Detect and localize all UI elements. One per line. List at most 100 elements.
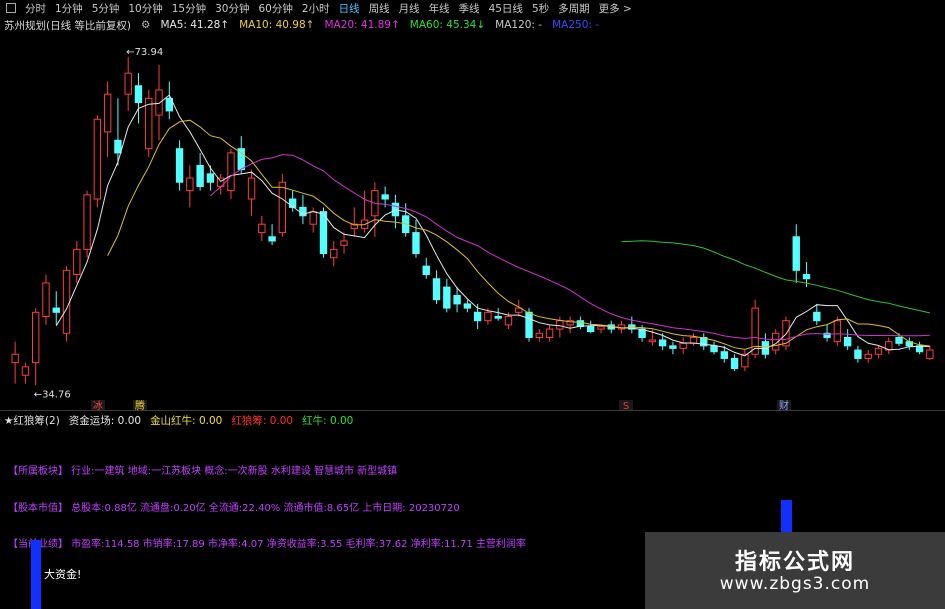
ma-legend-item: MA5: 41.28↑: [160, 19, 230, 31]
candle-body: [227, 152, 235, 192]
event-marker: S: [623, 401, 629, 410]
period-tab[interactable]: 45日线: [489, 1, 523, 16]
candle-body: [83, 194, 91, 250]
period-tab[interactable]: 日线: [339, 1, 360, 16]
candle-body: [545, 328, 554, 338]
kline-chart[interactable]: ←73.94 ←34.76 冰 腾 S 财: [0, 34, 945, 410]
watermark-title: 指标公式网: [734, 550, 855, 575]
watermark-url: www.zbgs3.com: [719, 574, 871, 594]
indicator-value: 金山红牛: 0.00: [150, 415, 223, 427]
period-tab[interactable]: 多周期: [558, 1, 590, 16]
candle-body: [412, 232, 420, 255]
candle-body: [525, 311, 533, 338]
ma-legend-bar: 苏州规划(日线 等比前复权) ⚙ MA5: 41.28↑ MA10: 40.98↑…: [4, 17, 599, 33]
period-tab[interactable]: 分时: [25, 1, 46, 16]
ma-line: [55, 94, 930, 357]
candle-body: [473, 311, 482, 322]
candle-body: [73, 248, 81, 276]
period-tab[interactable]: 周线: [369, 1, 390, 16]
indicator-bar: ★红狼筹(2) 资金运场: 0.00 金山红牛: 0.00 红狼筹: 0.00 红牛:…: [4, 413, 353, 428]
event-marker: 腾: [135, 399, 145, 410]
candle-body: [669, 345, 677, 349]
candle-body: [874, 347, 883, 355]
candle-body: [658, 339, 667, 347]
candle-body: [864, 353, 872, 359]
candle-body: [710, 345, 718, 353]
candle-body: [504, 315, 513, 326]
period-tab[interactable]: 1分钟: [55, 1, 83, 16]
event-marker: 冰: [93, 399, 103, 410]
layout-grid-icon[interactable]: [6, 3, 16, 13]
candle-body: [145, 97, 153, 150]
fund-alert-label: 大资金!: [44, 568, 82, 581]
settings-icon[interactable]: ⚙: [141, 19, 150, 31]
candle-body: [895, 336, 903, 344]
candle-body: [21, 366, 30, 376]
period-tab[interactable]: 月线: [399, 1, 420, 16]
capital-info: 【股本市值】 总股本:0.88亿 流通盘:0.20亿 全流通:22.40% 流通…: [8, 503, 460, 514]
candle-body: [720, 351, 728, 359]
candle-body: [802, 274, 811, 280]
performance-info: 【当前业绩】 市盈率:114.58 市销率:17.89 市净率:4.07 净资收…: [8, 539, 526, 550]
candle-body: [175, 148, 184, 183]
candle-body: [535, 332, 543, 338]
period-tab[interactable]: 季线: [459, 1, 480, 16]
period-tab[interactable]: 5秒: [532, 1, 549, 16]
candle-body: [247, 177, 256, 200]
candle-body: [556, 320, 564, 330]
candle-body: [114, 139, 122, 154]
candle-body: [463, 303, 472, 309]
watermark: 指标公式网 www.zbgs3.com: [645, 532, 945, 609]
low-price-label: ←34.76: [34, 389, 71, 400]
candle-body: [443, 286, 451, 309]
candle-body: [258, 223, 266, 234]
candle-body: [32, 311, 40, 364]
stock-title[interactable]: 苏州规划(日线 等比前复权): [4, 18, 131, 33]
ma-legend-item: MA250: -: [552, 19, 600, 31]
indicator-value: 红狼筹: 0.00: [231, 415, 294, 427]
candle-body: [843, 336, 852, 347]
candle-body: [792, 236, 800, 271]
period-tab[interactable]: 2小时: [302, 1, 330, 16]
candle-body: [103, 93, 112, 133]
candle-body: [319, 211, 328, 255]
candle-body: [62, 269, 71, 334]
candle-body: [330, 248, 338, 259]
period-tab[interactable]: 15分钟: [172, 1, 206, 16]
candle-body: [42, 282, 50, 317]
candle-body: [422, 265, 430, 276]
ma-legend-item: MA20: 41.89↑: [324, 19, 400, 31]
candle-body: [926, 349, 934, 359]
period-tab[interactable]: 更多 >: [599, 1, 632, 16]
period-tab[interactable]: 30分钟: [215, 1, 249, 16]
candle-body: [432, 278, 441, 301]
candle-body: [268, 236, 276, 242]
period-tab[interactable]: 60分钟: [259, 1, 293, 16]
candle-body: [648, 339, 657, 343]
candle-body: [381, 194, 389, 200]
ma-legend-item: MA120: -: [495, 19, 543, 31]
period-tab[interactable]: 年线: [429, 1, 450, 16]
sector-info: 【所属板块】 行业:一建筑 地域:一江苏板块 概念:一次新股 水利建设 智慧城市…: [8, 466, 398, 477]
high-price-label: ←73.94: [126, 47, 163, 58]
candle-body: [340, 240, 348, 246]
ma-line: [621, 240, 931, 314]
candle-body: [155, 89, 163, 116]
candle-body: [494, 315, 502, 319]
fund-bar-right: [781, 500, 792, 532]
candle-body: [206, 173, 215, 183]
candle-body: [597, 326, 605, 330]
panel-divider: [0, 410, 945, 411]
candle-body: [453, 295, 461, 305]
candle-body: [730, 357, 739, 370]
candle-body: [52, 307, 60, 313]
period-tab[interactable]: 5分钟: [92, 1, 120, 16]
period-tab[interactable]: 10分钟: [128, 1, 162, 16]
candle-body: [134, 85, 143, 104]
candle-body: [309, 211, 317, 225]
candle-body: [196, 164, 204, 187]
candle-body: [484, 311, 492, 322]
period-toolbar: 分时 1分钟 5分钟 10分钟 15分钟 30分钟 60分钟 2小时 日线 周线 月线 年线 季线 45日…: [0, 0, 945, 16]
candle-body: [11, 353, 19, 364]
indicator-name[interactable]: ★红狼筹(2): [4, 413, 60, 428]
